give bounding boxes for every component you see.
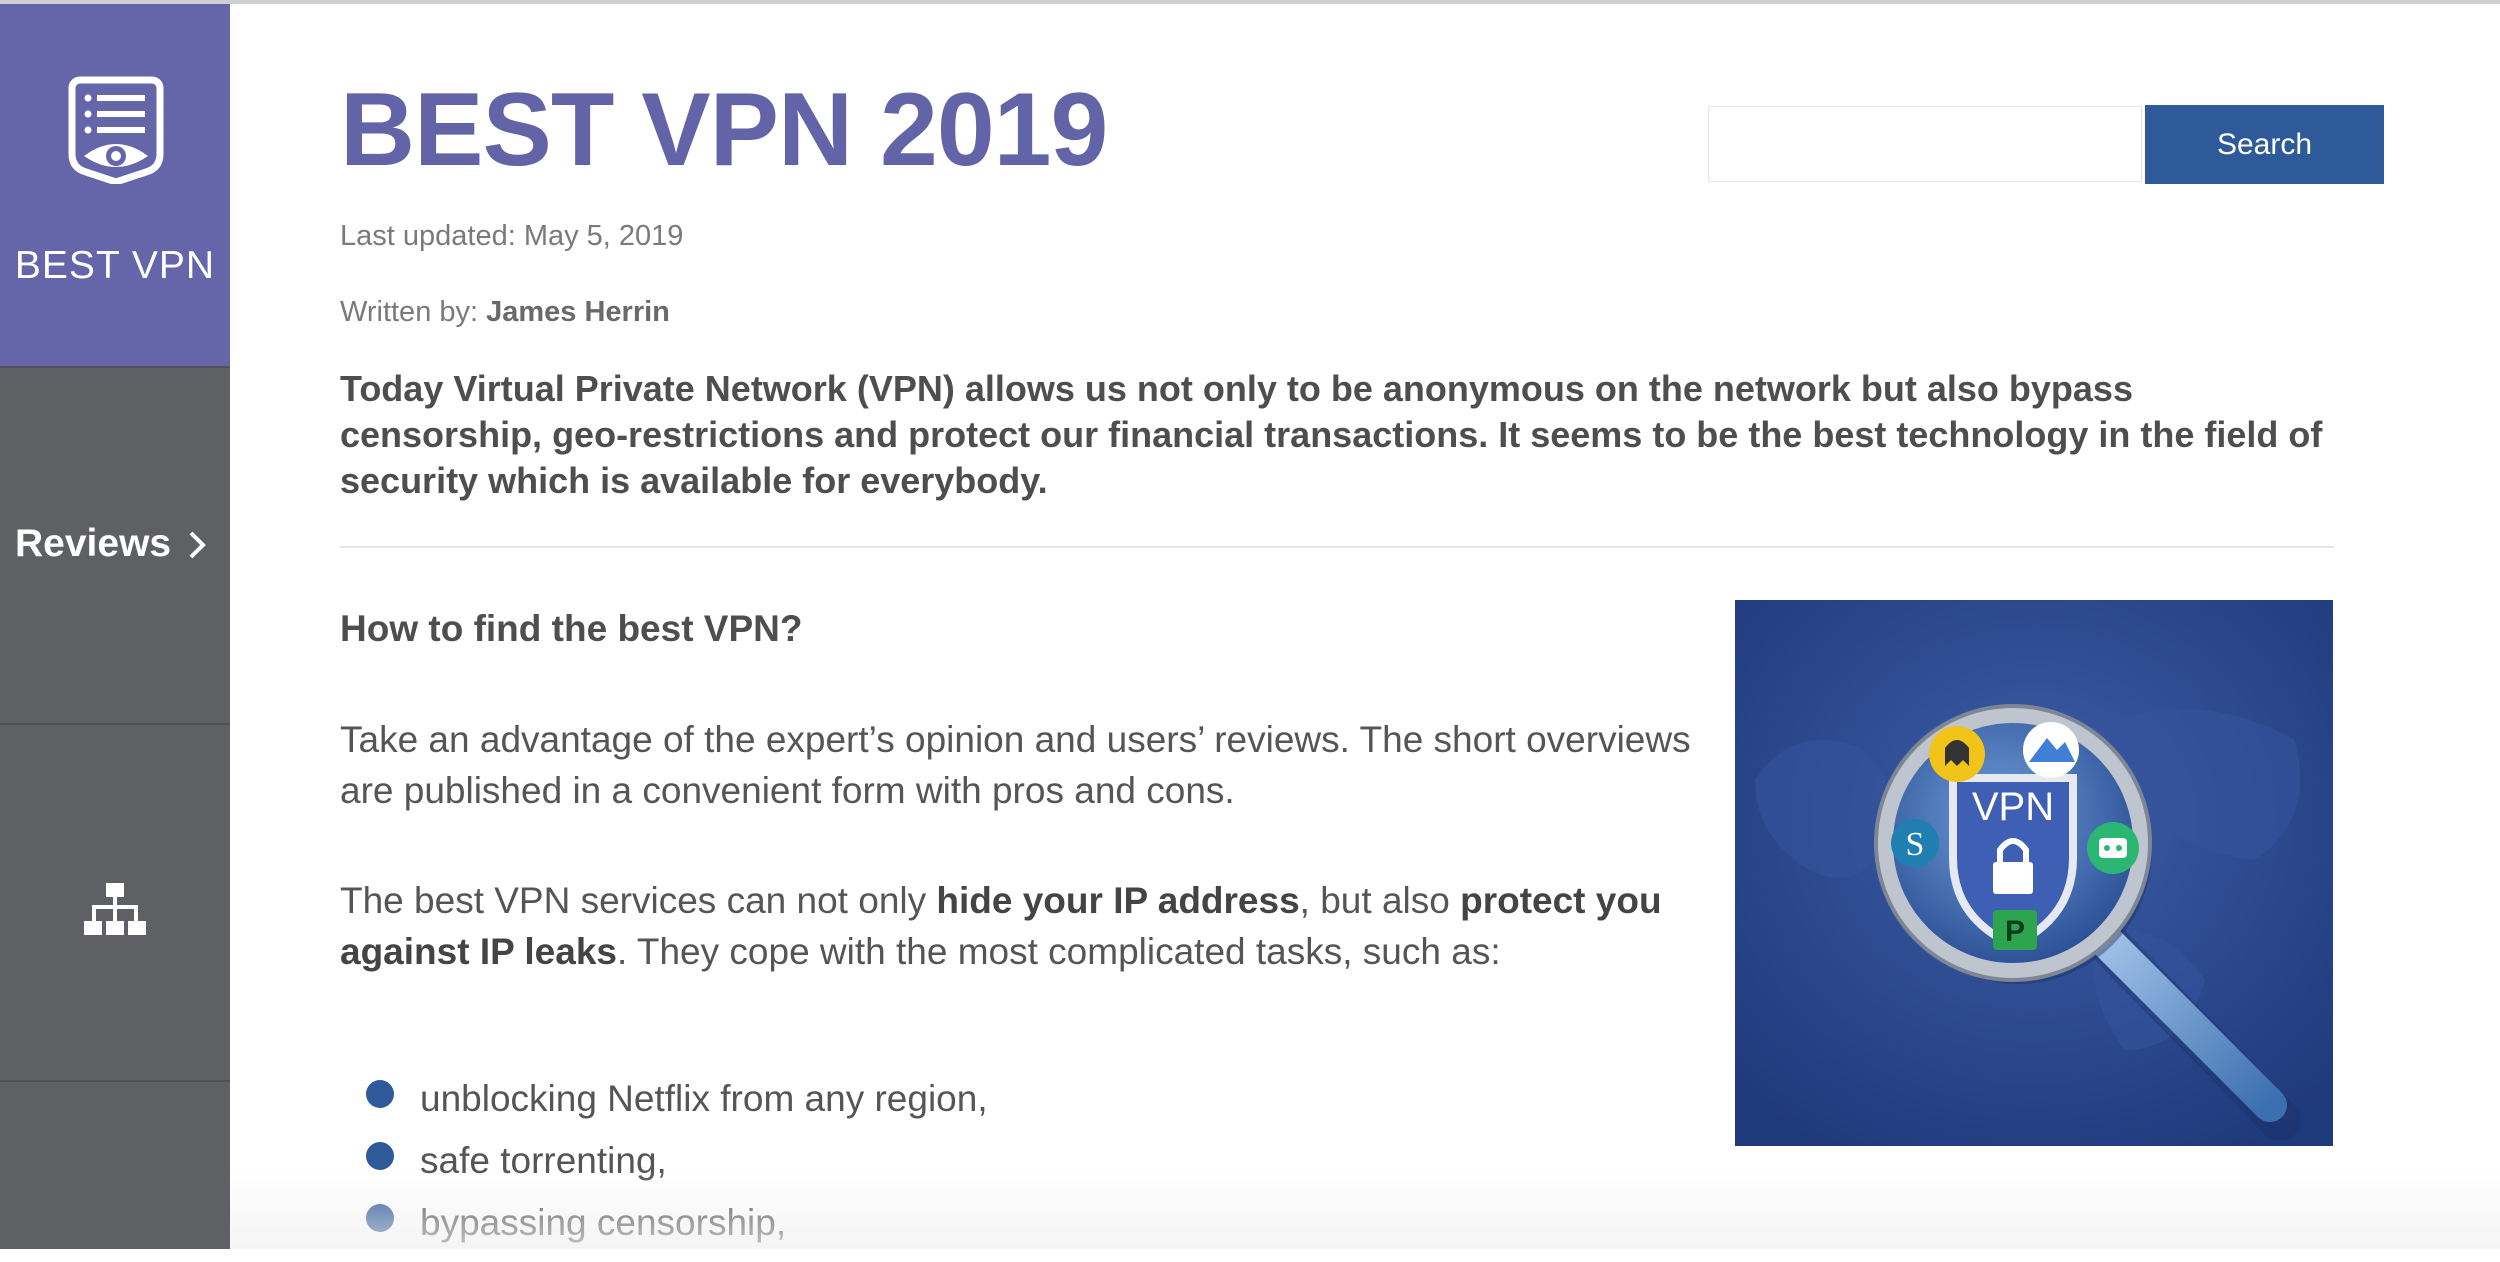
sidebar-item-reviews[interactable]: Reviews (0, 368, 230, 722)
robot-eye (2116, 845, 2122, 851)
sidebar-item-sitemap[interactable] (0, 725, 230, 1079)
robot-face (2099, 838, 2127, 858)
section-paragraph-1: Take an advantage of the expert’s opinio… (340, 719, 1691, 811)
list-item: bypassing censorship, (364, 1200, 988, 1262)
page-title: BEST VPN 2019 (340, 72, 1108, 188)
bullet-icon (366, 1204, 394, 1232)
author-name: James Herrin (486, 296, 670, 328)
last-updated: Last updated: May 5, 2019 (340, 220, 684, 252)
p-app-glyph: P (2005, 915, 2025, 948)
emphasis-hide-ip: hide your IP address (936, 880, 1300, 921)
search-input[interactable] (1708, 106, 2142, 182)
lock-icon (1993, 862, 2033, 894)
hero-badge: VPN (1972, 785, 2054, 829)
search-button[interactable]: Search (2145, 105, 2384, 184)
brand-name: BEST VPN (14, 244, 216, 287)
vpn-magnifier-image: VPN S P (1735, 600, 2333, 1146)
document-eye-icon (68, 76, 164, 184)
sidebar-item-reviews-label: Reviews (15, 522, 172, 565)
list-item: safe torrenting, (364, 1138, 988, 1200)
top-border (0, 0, 2500, 4)
bullet-icon (366, 1142, 394, 1170)
list-item-text: unblocking Netflix from any region, (420, 1078, 988, 1119)
list-item-text: bypassing censorship, (420, 1202, 787, 1243)
section-heading: How to find the best VPN? (340, 608, 803, 649)
divider (340, 546, 2334, 548)
text-run: The best VPN services can not only (340, 880, 937, 921)
brand-home-link[interactable]: BEST VPN (0, 4, 230, 366)
written-by-label: Written by: (340, 296, 479, 328)
s-app-glyph: S (1906, 826, 1925, 863)
section-paragraph-2: The best VPN services can not only hide … (340, 875, 1740, 977)
sitemap-icon (84, 883, 146, 935)
robot-eye (2104, 845, 2110, 851)
text-run: , but also (1299, 880, 1461, 921)
list-item: unblocking Netflix from any region, (364, 1076, 988, 1138)
text-run: . They cope with the most complicated ta… (616, 931, 1501, 972)
bullet-icon (366, 1080, 394, 1108)
written-by: Written by: James Herrin (340, 296, 670, 329)
feature-list: unblocking Netflix from any region, safe… (364, 1076, 988, 1262)
sidebar: BEST VPN Reviews (0, 4, 230, 1249)
nav-divider (0, 1080, 230, 1082)
intro-paragraph: Today Virtual Private Network (VPN) allo… (340, 368, 2323, 501)
chevron-right-icon (189, 531, 206, 559)
list-item-text: safe torrenting, (420, 1140, 667, 1181)
